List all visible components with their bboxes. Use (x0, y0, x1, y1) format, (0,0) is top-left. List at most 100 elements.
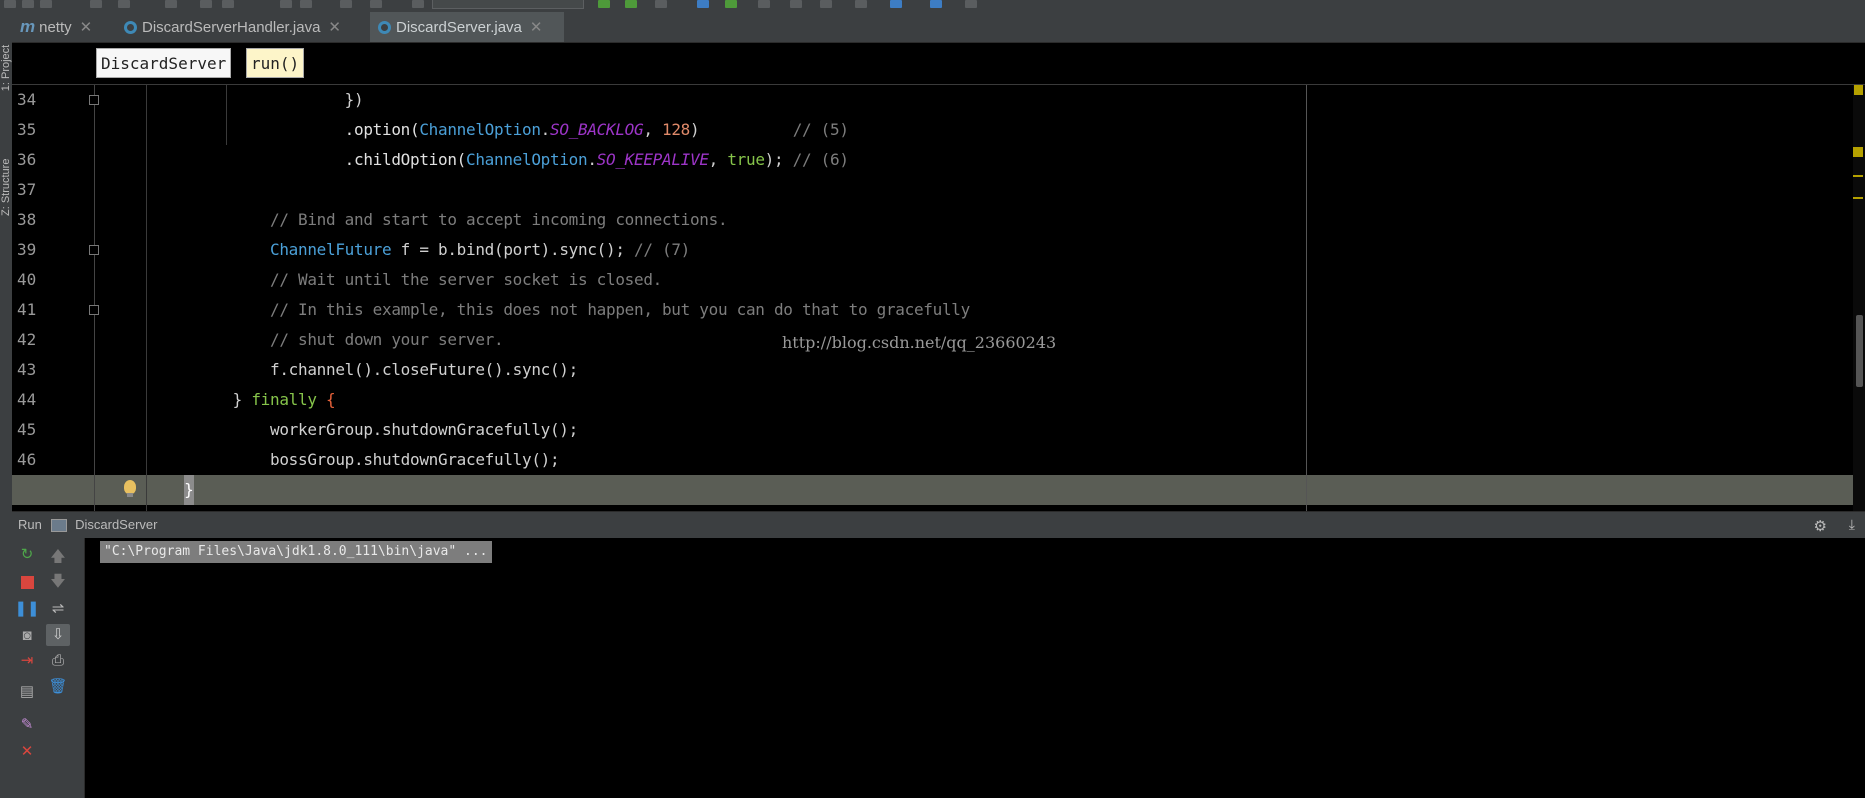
toolbar-button[interactable] (280, 0, 292, 8)
code-token: ); (764, 150, 793, 169)
toolbar-button[interactable] (965, 0, 977, 8)
breadcrumb-method[interactable]: run() (246, 48, 305, 78)
restore-layout-icon[interactable]: ▤ (18, 683, 36, 701)
run-configuration-selector[interactable] (432, 0, 584, 9)
run-toolbar: ↻ ❚❚ ◙ ⇥ ▤ ✎ ✕ 🡅 🡇 ⇌ ⇩ ⎙ 🗑 (12, 538, 85, 798)
code-token: . (587, 150, 597, 169)
line-number: 41 (17, 300, 37, 319)
code-line: 41 // In this example, this does not hap… (12, 295, 1865, 325)
error-stripe-mark[interactable] (1853, 175, 1863, 177)
line-number: 45 (17, 420, 37, 439)
toolbar-button[interactable] (40, 0, 52, 8)
print-icon[interactable]: ⎙ (49, 652, 67, 670)
toolbar-button[interactable] (222, 0, 234, 8)
code-text: }) (158, 85, 364, 115)
pin-icon[interactable]: ✎ (18, 716, 36, 734)
code-token: bossGroup.shutdownGracefully(); (158, 450, 560, 469)
vcs-commit-icon[interactable] (725, 0, 737, 8)
debug-icon[interactable] (625, 0, 637, 8)
tab-discard-server-handler[interactable]: DiscardServerHandler.java ✕ (116, 12, 368, 42)
code-token: // (7) (633, 240, 690, 259)
project-tool-tab[interactable]: 1: Project (0, 40, 12, 96)
close-icon[interactable]: ✕ (328, 18, 341, 36)
code-token: .option( (158, 120, 420, 139)
code-token: { (316, 390, 336, 409)
run-title: Run DiscardServer (18, 512, 157, 538)
code-editor[interactable]: 34 }) 35 .option(ChannelOption.SO_BACKLOG… (12, 85, 1865, 511)
toolbar-button[interactable] (340, 0, 352, 8)
error-stripe-mark[interactable] (1854, 85, 1863, 95)
code-token: f = b.bind(port).sync(); (391, 240, 634, 259)
close-icon[interactable]: ✕ (530, 18, 543, 36)
rerun-icon[interactable]: ↻ (18, 546, 36, 564)
line-number: 34 (17, 90, 37, 109)
lightbulb-icon[interactable] (124, 480, 136, 497)
soft-wrap-icon[interactable]: ⇌ (49, 600, 67, 618)
toolbar-button[interactable] (165, 0, 177, 8)
dump-threads-icon[interactable]: ◙ (18, 627, 36, 645)
code-text: .option(ChannelOption.SO_BACKLOG, 128) /… (158, 115, 849, 145)
toolbar-button[interactable] (412, 0, 424, 8)
toolbar-button[interactable] (200, 0, 212, 8)
toolbar-button[interactable] (758, 0, 770, 8)
exit-icon[interactable]: ⇥ (18, 652, 36, 670)
vcs-update-icon[interactable] (697, 0, 709, 8)
code-token: f.channel().closeFuture().sync(); (158, 360, 578, 379)
editor-scrollbar[interactable] (1853, 85, 1865, 511)
line-number: 35 (17, 120, 37, 139)
code-text: // shut down your server. (158, 325, 504, 355)
toolbar-button[interactable] (790, 0, 802, 8)
toolbar-button[interactable] (820, 0, 832, 8)
toolbar-button[interactable] (90, 0, 102, 8)
down-arrow-icon[interactable]: 🡇 (49, 573, 67, 591)
console-command-line: "C:\Program Files\Java\jdk1.8.0_111\bin\… (100, 541, 492, 563)
run-label: Run (18, 517, 42, 532)
code-text: .childOption(ChannelOption.SO_KEEPALIVE,… (158, 145, 849, 175)
run-icon[interactable] (598, 0, 610, 8)
error-stripe-mark[interactable] (1853, 147, 1863, 157)
code-token: // In this example, this does not happen… (270, 300, 970, 319)
help-icon[interactable] (930, 0, 942, 8)
code-token: // Wait until the server socket is close… (270, 270, 662, 289)
toolbar-button[interactable] (22, 0, 34, 8)
structure-tool-tab[interactable]: Z: Structure (0, 159, 12, 216)
code-token: ) (690, 120, 793, 139)
code-line: 38 // Bind and start to accept incoming … (12, 205, 1865, 235)
code-token: workerGroup.shutdownGracefully(); (158, 420, 578, 439)
stop-icon[interactable] (18, 573, 36, 591)
gear-icon[interactable]: ⚙ (1814, 517, 1827, 535)
up-arrow-icon[interactable]: 🡅 (49, 548, 67, 566)
close-icon[interactable]: ✕ (80, 18, 93, 36)
hide-panel-icon[interactable]: ⤓ (1849, 516, 1855, 533)
code-line: 39 ChannelFuture f = b.bind(port).sync()… (12, 235, 1865, 265)
toolbar-button[interactable] (118, 0, 130, 8)
code-token: true (727, 150, 765, 169)
code-text: ChannelFuture f = b.bind(port).sync(); /… (158, 235, 690, 265)
scroll-to-end-icon[interactable]: ⇩ (46, 624, 70, 646)
tab-netty[interactable]: m netty ✕ (12, 12, 114, 42)
project-structure-icon[interactable] (890, 0, 902, 8)
line-number: 37 (17, 180, 37, 199)
run-config-name: DiscardServer (75, 517, 158, 532)
clear-all-icon[interactable]: 🗑 (48, 678, 67, 696)
toolbar-button[interactable] (4, 0, 16, 8)
toolbar-button[interactable] (370, 0, 382, 8)
pause-icon[interactable]: ❚❚ (14, 600, 39, 618)
line-number: 44 (17, 390, 37, 409)
tab-discard-server[interactable]: DiscardServer.java ✕ (370, 12, 564, 42)
error-stripe-mark[interactable] (1853, 197, 1863, 199)
code-text: // Bind and start to accept incoming con… (158, 205, 728, 235)
toolbar-button[interactable] (855, 0, 867, 8)
toolbar-button[interactable] (300, 0, 312, 8)
console-output[interactable]: "C:\Program Files\Java\jdk1.8.0_111\bin\… (85, 538, 1865, 798)
code-line: 45 workerGroup.shutdownGracefully(); (12, 415, 1865, 445)
breadcrumb-class[interactable]: DiscardServer (96, 48, 232, 78)
line-number: 42 (17, 330, 37, 349)
code-line: 44 } finally { (12, 385, 1865, 415)
scrollbar-thumb[interactable] (1856, 315, 1863, 387)
toolbar-button[interactable] (655, 0, 667, 8)
java-class-icon (378, 20, 391, 34)
close-icon[interactable]: ✕ (18, 743, 36, 761)
